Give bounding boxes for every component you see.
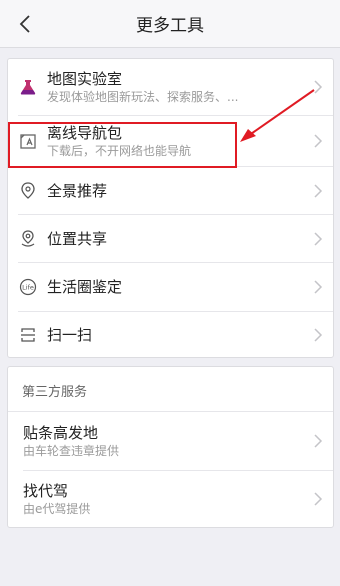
- tools-card: 地图实验室 发现体验地图新玩法、探索服务、... 离线导航包 下载后，不开网络也…: [7, 58, 334, 358]
- list-item-designated-driver[interactable]: 找代驾 由e代驾提供: [8, 471, 333, 527]
- third-party-card: 第三方服务 贴条高发地 由车轮查违章提供 找代驾 由e代驾提供: [7, 366, 334, 528]
- list-item-map-lab[interactable]: 地图实验室 发现体验地图新玩法、探索服务、...: [8, 59, 333, 115]
- page-title: 更多工具: [136, 16, 204, 36]
- location-share-icon: [17, 228, 39, 250]
- chevron-right-icon: [314, 280, 323, 294]
- life-badge-icon: Life: [17, 276, 39, 298]
- lab-flask-icon: [17, 76, 39, 98]
- chevron-right-icon: [314, 492, 323, 506]
- list-item-label: 贴条高发地: [23, 423, 99, 442]
- list-item-sublabel: 下载后，不开网络也能导航: [47, 143, 192, 158]
- list-item-sublabel: 发现体验地图新玩法、探索服务、...: [47, 89, 239, 104]
- section-label: 第三方服务: [22, 385, 88, 400]
- list-item-sublabel: 由e代驾提供: [23, 501, 91, 516]
- list-item-label: 地图实验室: [47, 69, 123, 88]
- list-item-panorama[interactable]: 全景推荐: [8, 167, 333, 214]
- chevron-right-icon: [314, 183, 323, 198]
- list-item-label: 离线导航包: [47, 123, 123, 142]
- location-pin-icon: [17, 180, 39, 202]
- list-item-label: 扫一扫: [47, 326, 93, 344]
- list-item-label: 生活圈鉴定: [47, 278, 123, 296]
- list-item-offline-nav[interactable]: 离线导航包 下载后，不开网络也能导航: [8, 116, 333, 166]
- back-button[interactable]: [12, 10, 38, 38]
- chevron-right-icon: [314, 80, 323, 94]
- list-item-life-circle[interactable]: Life 生活圈鉴定: [8, 263, 333, 311]
- top-bar: 更多工具: [0, 0, 340, 48]
- list-item-label: 位置共享: [47, 229, 108, 248]
- chevron-right-icon: [314, 328, 323, 342]
- list-item-ticket-hotspot[interactable]: 贴条高发地 由车轮查违章提供: [8, 412, 333, 470]
- list-item-label: 全景推荐: [47, 181, 108, 200]
- chevron-right-icon: [314, 134, 323, 148]
- chevron-left-icon: [19, 15, 30, 33]
- chevron-right-icon: [314, 231, 323, 246]
- scan-icon: [17, 324, 39, 346]
- list-item-scan[interactable]: 扫一扫: [8, 312, 333, 358]
- offline-map-icon: [17, 130, 39, 152]
- svg-text:Life: Life: [22, 284, 34, 292]
- chevron-right-icon: [314, 434, 323, 448]
- list-item-label: 找代驾: [23, 481, 69, 500]
- list-item-sublabel: 由车轮查违章提供: [23, 443, 120, 458]
- list-item-location-share[interactable]: 位置共享: [8, 215, 333, 262]
